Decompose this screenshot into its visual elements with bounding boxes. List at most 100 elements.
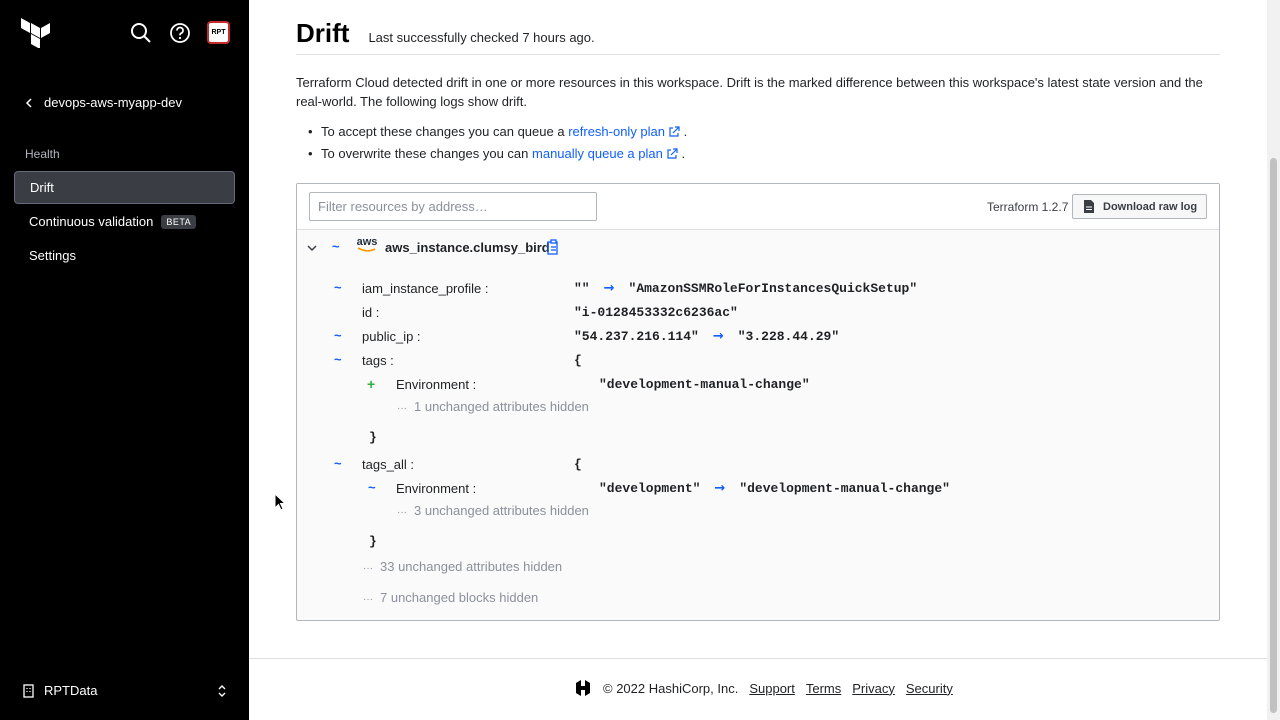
ellipsis: ··· [397, 507, 407, 518]
aws-label: aws [356, 236, 378, 248]
change-indicator: ~ [334, 328, 342, 343]
attr-value-environment: "development-manual-change" [599, 377, 810, 392]
attr-value-iam: "" → "AmazonSSMRoleForInstancesQuickSetup" [574, 281, 917, 296]
hidden-attributes-note[interactable]: ··· 33 unchanged attributes hidden [363, 559, 562, 574]
page-title: Drift [296, 18, 350, 48]
old-value: "54.237.216.114" [574, 329, 699, 344]
list-item: To overwrite these changes you can manua… [296, 146, 687, 168]
close-brace: } [369, 534, 377, 549]
sidebar-item-label: Continuous validation [29, 214, 154, 229]
attr-key-iam: iam_instance_profile : [362, 281, 489, 296]
footer: © 2022 HashiCorp, Inc. Support Terms Pri… [249, 658, 1267, 720]
hidden-attributes-note[interactable]: ··· 1 unchanged attributes hidden [397, 399, 589, 414]
ellipsis: ··· [397, 403, 407, 414]
bullet-suffix: . [683, 124, 688, 139]
page-header: Drift Last successfully checked 7 hours … [296, 18, 1220, 55]
external-link-icon[interactable] [668, 126, 680, 138]
terraform-version: Terraform 1.2.7 [987, 200, 1069, 214]
building-icon [23, 683, 34, 698]
old-value: "" [574, 281, 590, 296]
copyright-text: © 2022 HashiCorp, Inc. [603, 680, 739, 696]
main-content: Drift Last successfully checked 7 hours … [249, 0, 1267, 720]
change-indicator: ~ [334, 352, 342, 367]
help-icon[interactable] [169, 22, 191, 44]
sidebar: RPT devops-aws-myapp-dev Health Drift Co… [0, 0, 249, 720]
bullet-text: To overwrite these changes you can [321, 146, 533, 161]
sidebar-section-health: Health [25, 147, 60, 161]
old-value: "development" [599, 481, 701, 496]
sidebar-item-label: Drift [30, 180, 54, 195]
attr-key-tags: tags : [362, 353, 394, 368]
attr-key-environment: Environment : [396, 481, 477, 496]
ellipsis: ··· [363, 563, 373, 574]
beta-badge: BETA [161, 214, 197, 229]
attr-key-public-ip: public_ip : [362, 329, 421, 344]
hidden-text: 7 unchanged blocks hidden [380, 590, 539, 605]
back-to-workspace-link[interactable]: devops-aws-myapp-dev [24, 95, 182, 110]
filter-resources-input[interactable] [309, 192, 597, 221]
sidebar-item-drift[interactable]: Drift [14, 171, 235, 204]
change-indicator: ~ [332, 239, 340, 254]
download-label: Download raw log [1103, 200, 1198, 213]
search-icon[interactable] [130, 22, 152, 44]
attr-value-id: "i-0128453332c6236ac" [574, 305, 738, 320]
bullet-suffix: . [681, 146, 686, 161]
ellipsis: ··· [363, 594, 373, 605]
change-indicator: ~ [368, 480, 376, 495]
copy-icon[interactable] [547, 239, 561, 255]
workspace-name: devops-aws-myapp-dev [44, 95, 183, 110]
drift-actions-list: To accept these changes you can queue a … [296, 124, 687, 168]
attr-value-public-ip: "54.237.216.114" → "3.228.44.29" [574, 329, 839, 344]
terraform-logo-icon[interactable] [21, 18, 51, 48]
drift-description: Terraform Cloud detected drift in one or… [296, 75, 1203, 109]
manually-queue-plan-link[interactable]: manually queue a plan [532, 146, 663, 161]
last-checked-text: Last successfully checked 7 hours ago. [368, 30, 595, 45]
drift-log-panel: Terraform 1.2.7 Download raw log ~ aws a… [296, 183, 1220, 621]
file-icon [1084, 200, 1094, 213]
open-brace: { [574, 353, 582, 368]
download-raw-log-button[interactable]: Download raw log [1072, 194, 1207, 219]
sidebar-item-settings[interactable]: Settings [14, 239, 235, 272]
resource-header[interactable]: ~ aws aws_instance.clumsy_bird [297, 236, 1217, 260]
bullet-text: To accept these changes you can queue a [321, 124, 569, 139]
hidden-attributes-note[interactable]: ··· 3 unchanged attributes hidden [397, 503, 589, 518]
external-link-icon[interactable] [666, 148, 678, 160]
new-value: "development-manual-change" [739, 481, 950, 496]
add-indicator: + [367, 376, 376, 392]
attr-value-environment: "development" → "development-manual-change… [599, 481, 950, 496]
security-link[interactable]: Security [906, 681, 953, 696]
hidden-blocks-note[interactable]: ··· 7 unchanged blocks hidden [363, 590, 538, 605]
arrow-icon: → [603, 281, 615, 296]
sidebar-top: RPT [0, 0, 249, 66]
aws-icon: aws [357, 237, 377, 253]
chevron-left-icon [25, 97, 32, 108]
panel-header: Terraform 1.2.7 Download raw log [297, 184, 1219, 230]
arrow-icon: → [712, 329, 724, 344]
change-indicator: ~ [334, 456, 342, 471]
hidden-text: 3 unchanged attributes hidden [414, 503, 589, 518]
hidden-text: 1 unchanged attributes hidden [414, 399, 589, 414]
mouse-cursor-icon [274, 493, 286, 511]
org-switcher[interactable]: RPTData [22, 683, 227, 698]
privacy-link[interactable]: Privacy [852, 681, 895, 696]
avatar[interactable]: RPT [207, 21, 230, 44]
new-value: "AmazonSSMRoleForInstancesQuickSetup" [628, 281, 918, 296]
attr-key-environment: Environment : [396, 377, 477, 392]
list-item: To accept these changes you can queue a … [296, 124, 687, 146]
chevron-down-icon[interactable] [307, 244, 317, 252]
sidebar-item-continuous-validation[interactable]: Continuous validation BETA [14, 205, 235, 238]
hidden-text: 33 unchanged attributes hidden [380, 559, 563, 574]
close-brace: } [369, 430, 377, 445]
sidebar-item-label: Settings [29, 248, 76, 263]
refresh-only-plan-link[interactable]: refresh-only plan [568, 124, 665, 139]
hashicorp-logo-icon [576, 680, 590, 696]
new-value: "3.228.44.29" [737, 329, 840, 344]
resource-name: aws_instance.clumsy_bird [385, 240, 550, 255]
org-name: RPTData [44, 683, 98, 698]
footer-links: © 2022 HashiCorp, Inc. Support Terms Pri… [574, 679, 953, 697]
scrollbar[interactable] [1267, 0, 1280, 720]
terms-link[interactable]: Terms [806, 681, 841, 696]
chevron-up-down-icon [218, 684, 226, 697]
support-link[interactable]: Support [749, 681, 795, 696]
scrollbar-thumb[interactable] [1270, 158, 1277, 713]
